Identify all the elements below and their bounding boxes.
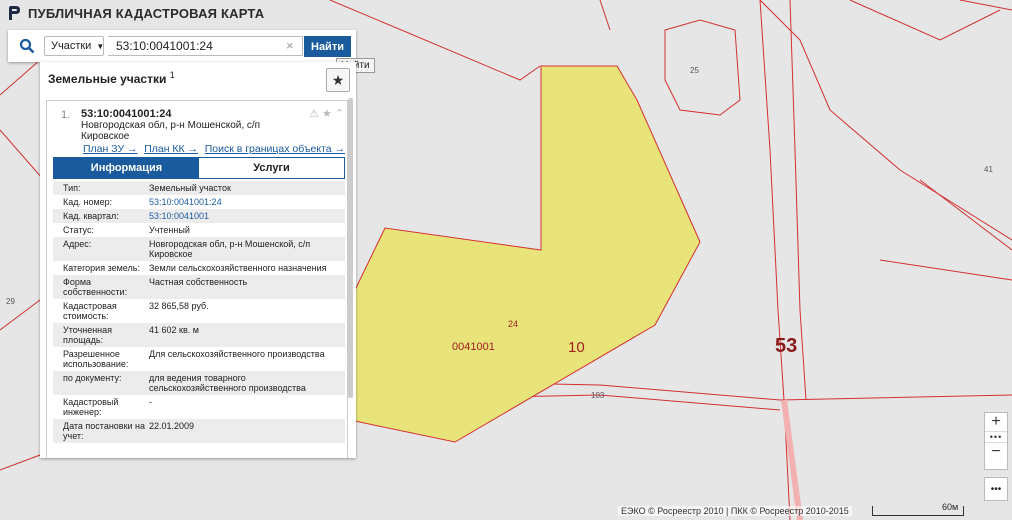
attribute-value: 22.01.2009 (149, 421, 195, 431)
map-label-district: 53 (775, 335, 797, 357)
map-label-quarter: 0041001 (452, 341, 495, 353)
search-input[interactable] (108, 36, 303, 56)
attribute-key: Кадастровая стоимость: (63, 301, 117, 321)
attribute-value: 32 865,58 руб. (149, 301, 209, 311)
attribute-key: по документу: (63, 373, 122, 383)
info-tabs: Информация Услуги (53, 157, 345, 179)
scrollbar[interactable] (348, 98, 353, 398)
map-attribution: ЕЭКО © Росреестр 2010 | ПКК © Росреестр … (618, 506, 852, 516)
attribute-value: Учтенный (149, 225, 190, 235)
attribute-row: Кадастровая стоимость: 32 865,58 руб. (53, 299, 345, 323)
chevron-down-icon: ▼ (96, 41, 105, 51)
attribute-value[interactable]: 53:10:0041001 (149, 211, 345, 221)
more-options-button[interactable]: ••• (984, 477, 1008, 501)
attributes-table: Тип: Земельный участок Кад. номер: 53:10:00… (53, 181, 345, 443)
link-search-in-bounds[interactable]: Поиск в границах объекта → (205, 143, 345, 155)
map-label-parcel: 24 (508, 319, 518, 329)
attribute-key: Категория земель: (63, 263, 140, 273)
favorite-star-icon[interactable]: ★ (322, 108, 332, 120)
attribute-value: - (149, 397, 152, 407)
search-type-label: Участки (51, 40, 92, 52)
zoom-in-button[interactable]: + (985, 413, 1007, 431)
result-index: 1. (61, 109, 71, 121)
zoom-out-button[interactable]: − (985, 443, 1007, 461)
attribute-row: Кадастровый инженер: - (53, 395, 345, 419)
attribute-value: для ведения товарного сельскохозяйственн… (149, 373, 306, 393)
panel-title: Земельные участки 1 (48, 70, 175, 86)
attribute-value: Земельный участок (149, 183, 231, 193)
find-button[interactable]: Найти (304, 36, 351, 57)
tab-services[interactable]: Услуги (199, 158, 344, 178)
result-address: Новгородская обл, р-н Мошенской, с/п Кир… (81, 120, 281, 142)
search-icon[interactable] (12, 34, 42, 58)
zoom-dots-icon: ••• (985, 431, 1007, 443)
map-label-41: 41 (984, 165, 993, 174)
attribute-key: Форма собственности: (63, 277, 128, 297)
result-address-line2: Кировское (81, 131, 130, 142)
attribute-key: Кад. номер: (63, 197, 113, 207)
attribute-row: Статус: Учтенный (53, 223, 345, 237)
attribute-row: Кад. номер: 53:10:0041001:24 (53, 195, 345, 209)
result-cad-number[interactable]: 53:10:0041001:24 (81, 108, 172, 120)
attribute-value: Земли сельскохозяйственного назначения (149, 263, 327, 273)
attribute-value: Новгородская обл, р-н Мошенской, с/п Кир… (149, 239, 311, 259)
attribute-row: Уточненная площадь: 41 602 кв. м (53, 323, 345, 347)
search-bar: Участки ▼ × Найти (8, 30, 356, 62)
attribute-row: Категория земель: Земли сельскохозяйствен… (53, 261, 345, 275)
scale-label: 60м (942, 502, 959, 512)
attribute-value: 41 602 кв. м (149, 325, 199, 335)
attribute-key: Кад. квартал: (63, 211, 119, 221)
app-title: ПУБЛИЧНАЯ КАДАСТРОВАЯ КАРТА (28, 5, 265, 21)
attribute-key: Тип: (63, 183, 81, 193)
map-label-103: 103 (591, 391, 605, 400)
result-card[interactable]: 1. 53:10:0041001:24 Новгородская обл, р-… (46, 100, 348, 458)
attribute-row: Тип: Земельный участок (53, 181, 345, 195)
results-panel: Земельные участки 1 ★ 1. 53:10:0041001:2… (40, 62, 356, 458)
chevron-up-icon[interactable]: ⌃ (335, 108, 344, 120)
attribute-row: по документу: для ведения товарного сельс… (53, 371, 345, 395)
attribute-key: Разрешенное использование: (63, 349, 129, 369)
tab-info[interactable]: Информация (54, 158, 199, 178)
warning-icon[interactable]: ⚠ (309, 108, 319, 120)
map-label-ten: 10 (568, 339, 585, 356)
app-header: ПУБЛИЧНАЯ КАДАСТРОВАЯ КАРТА (0, 0, 330, 26)
result-address-line1: Новгородская обл, р-н Мошенской, с/п (81, 120, 261, 131)
attribute-key: Статус: (63, 225, 94, 235)
close-icon[interactable]: × (286, 38, 294, 53)
result-links: План ЗУ → План КК → Поиск в границах объ… (83, 143, 345, 155)
link-plan-zu[interactable]: План ЗУ → (83, 143, 138, 155)
search-type-select[interactable]: Участки ▼ (44, 36, 104, 56)
attribute-row: Адрес: Новгородская обл, р-н Мошенской, с… (53, 237, 345, 261)
attribute-key: Кадастровый инженер: (63, 397, 119, 417)
panel-title-text: Земельные участки (48, 72, 167, 86)
logo-icon (9, 6, 20, 20)
attribute-row: Форма собственности: Частная собственност… (53, 275, 345, 299)
zoom-control: + ••• − (984, 412, 1008, 470)
attribute-row: Дата постановки на учет: 22.01.2009 (53, 419, 345, 443)
attribute-value[interactable]: 53:10:0041001:24 (149, 197, 345, 207)
attribute-value: Для сельскохозяйственного производства (149, 349, 325, 359)
attribute-key: Уточненная площадь: (63, 325, 113, 345)
attribute-key: Адрес: (63, 239, 92, 249)
link-plan-kk[interactable]: План КК → (144, 143, 198, 155)
result-actions: ⚠ ★ ⌃ (309, 107, 344, 120)
attribute-key: Дата постановки на учет: (63, 421, 146, 441)
star-icon[interactable]: ★ (326, 68, 350, 92)
panel-title-count: 1 (169, 70, 175, 80)
map-label-25: 25 (690, 66, 699, 75)
attribute-row: Разрешенное использование: Для сельскохоз… (53, 347, 345, 371)
map-label-29: 29 (6, 297, 15, 306)
attribute-row: Кад. квартал: 53:10:0041001 (53, 209, 345, 223)
attribute-value: Частная собственность (149, 277, 248, 287)
